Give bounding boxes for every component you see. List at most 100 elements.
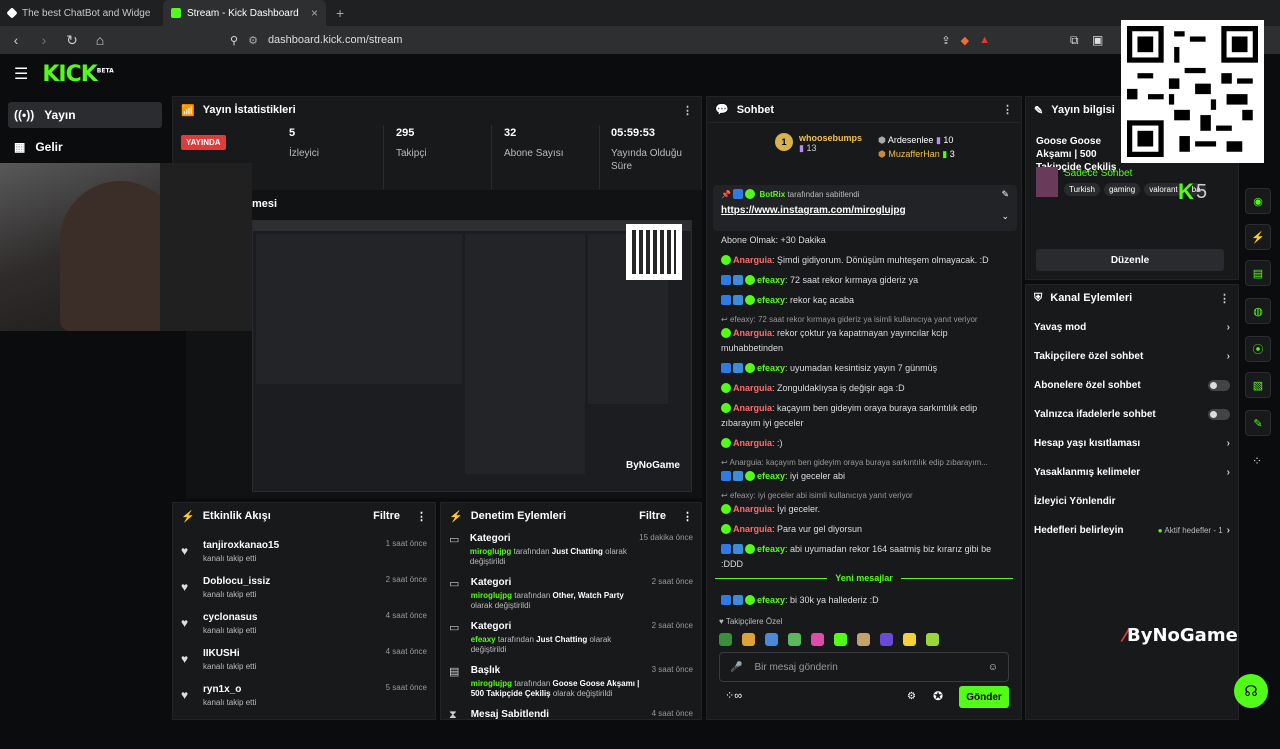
activity-user[interactable]: tanjiroxkanao15: [203, 540, 279, 551]
emote-icon[interactable]: [880, 633, 893, 646]
settings-icon[interactable]: ⚙: [907, 691, 916, 702]
toggle-switch[interactable]: [1208, 380, 1230, 391]
chat-username[interactable]: efeaxy: [757, 544, 785, 554]
pinned-link[interactable]: https://www.instagram.com/miroglujpg: [721, 205, 1009, 216]
chat-username[interactable]: Anarguia: [733, 255, 772, 265]
chat-username[interactable]: efeaxy: [757, 363, 785, 373]
bookmark-icon[interactable]: ⚲: [230, 34, 238, 47]
chat-username[interactable]: efeaxy: [757, 275, 785, 285]
more-options-icon[interactable]: ⋮: [682, 104, 693, 117]
activity-user[interactable]: Doblocu_issiz: [203, 576, 270, 587]
mod-shield-icon[interactable]: ✪: [933, 689, 943, 703]
chat-bubble-icon[interactable]: ◍: [1245, 298, 1271, 324]
chevron-right-icon[interactable]: ›: [1227, 351, 1230, 362]
extensions-icon[interactable]: ⧉: [1070, 33, 1079, 48]
document-icon[interactable]: ▤: [1245, 260, 1271, 286]
leader-name[interactable]: whoosebumps: [799, 133, 862, 143]
microphone-icon[interactable]: 🎤: [730, 662, 742, 673]
camera-icon[interactable]: ◉: [1245, 188, 1271, 214]
new-tab-button[interactable]: +: [326, 0, 344, 26]
tag[interactable]: gaming: [1103, 183, 1141, 196]
emote-icon[interactable]: [903, 633, 916, 646]
channel-action-item[interactable]: İzleyici Yönlendir: [1026, 487, 1238, 516]
chevron-right-icon[interactable]: ›: [1227, 467, 1230, 478]
edit-stream-button[interactable]: Düzenle: [1036, 249, 1224, 271]
apps-icon[interactable]: ⁘: [1252, 454, 1262, 468]
emote-icon[interactable]: [857, 633, 870, 646]
channel-action-item[interactable]: Yalnızca ifadelerle sohbet: [1026, 400, 1238, 429]
emote-icon[interactable]: [765, 633, 778, 646]
chat-username[interactable]: Anarguia: [733, 403, 772, 413]
chat-username[interactable]: Anarguia: [733, 383, 772, 393]
emoji-icon[interactable]: ☺: [988, 662, 998, 673]
chat-message: efeaxy: bi 30k ya hallederiz :D: [707, 593, 893, 608]
browser-tab-kick[interactable]: Stream - Kick Dashboard ×: [163, 0, 326, 26]
sidebar-item-gelir[interactable]: ▦ Gelir: [8, 134, 162, 160]
more-options-icon[interactable]: ⋮: [1219, 292, 1230, 305]
chat-input[interactable]: 🎤 Bir mesaj gönderin ☺: [719, 652, 1009, 682]
sidebar-toggle-icon[interactable]: ▣: [1092, 33, 1103, 47]
more-options-icon[interactable]: ⋮: [416, 510, 427, 523]
filter-button[interactable]: Filtre: [639, 510, 666, 522]
back-icon[interactable]: ‹: [8, 32, 24, 48]
emote-icon[interactable]: [811, 633, 824, 646]
chat-username[interactable]: efeaxy: [757, 295, 785, 305]
url-text[interactable]: dashboard.kick.com/stream: [268, 34, 403, 46]
home-icon[interactable]: ⌂: [92, 32, 108, 48]
sidebar-item-yayin[interactable]: ((•)) Yayın: [8, 102, 162, 128]
unpin-icon[interactable]: ✎: [1001, 189, 1009, 200]
activity-user[interactable]: ryn1x_o: [203, 684, 256, 695]
channel-action-item[interactable]: Takipçilere özel sohbet ›: [1026, 342, 1238, 371]
toggle-switch[interactable]: [1208, 409, 1230, 420]
forward-icon[interactable]: ›: [36, 32, 52, 48]
support-chat-icon[interactable]: ☊: [1234, 674, 1268, 708]
brave-shield-icon[interactable]: ◆: [961, 34, 969, 47]
activity-user[interactable]: IIKUSHi: [203, 648, 256, 659]
tag[interactable]: Turkish: [1064, 183, 1100, 196]
close-tab-icon[interactable]: ×: [311, 6, 318, 20]
chat-username[interactable]: efeaxy: [757, 471, 785, 481]
channel-action-item[interactable]: Hedefleri belirleyin ● Aktif hedefler - 1…: [1026, 516, 1238, 545]
chat-username[interactable]: Anarguia: [733, 438, 772, 448]
leader-name[interactable]: MuzafferHan: [888, 149, 939, 159]
emote-icon[interactable]: [788, 633, 801, 646]
broadcast-icon[interactable]: ⦿: [1245, 336, 1271, 362]
bot-commands-icon[interactable]: ⁘∞: [725, 689, 742, 702]
channel-action-item[interactable]: Yavaş mod ›: [1026, 313, 1238, 342]
stream-preview[interactable]: mesi ByNoGame: [186, 190, 702, 498]
wrench-icon[interactable]: ✎: [1245, 410, 1271, 436]
tag[interactable]: valorant: [1144, 183, 1183, 196]
emote-icon[interactable]: [834, 633, 847, 646]
emote-icon[interactable]: [719, 633, 732, 646]
chevron-right-icon[interactable]: ›: [1227, 525, 1230, 536]
chat-username[interactable]: Anarguia: [733, 524, 772, 534]
chevron-down-icon[interactable]: ⌄: [1001, 211, 1009, 222]
chevron-right-icon[interactable]: ›: [1227, 322, 1230, 333]
send-button[interactable]: Gönder: [959, 686, 1009, 708]
browser-tab-botrix[interactable]: The best ChatBot and Widgets for Ki: [0, 0, 163, 26]
layout-icon[interactable]: ▧: [1245, 372, 1271, 398]
kick-logo[interactable]: KICKBETA: [42, 62, 113, 87]
lightning-icon[interactable]: ⚡: [1245, 224, 1271, 250]
menu-icon[interactable]: ☰: [14, 64, 28, 84]
emote-icon[interactable]: [926, 633, 939, 646]
chat-username[interactable]: Anarguia: [733, 504, 772, 514]
filter-button[interactable]: Filtre: [373, 510, 400, 522]
share-icon[interactable]: ⇪: [941, 34, 950, 47]
brave-rewards-icon[interactable]: ▲: [979, 34, 990, 46]
channel-action-item[interactable]: Hesap yaşı kısıtlaması ›: [1026, 429, 1238, 458]
channel-action-item[interactable]: Yasaklanmış kelimeler ›: [1026, 458, 1238, 487]
channel-action-item[interactable]: Abonelere özel sohbet: [1026, 371, 1238, 400]
chat-message: efeaxy: abi uyumadan rekor 164 saatmiş b…: [707, 542, 1019, 572]
activity-user[interactable]: cyclonasus: [203, 612, 257, 623]
pinned-message[interactable]: 📌 BotRix tarafından sabitlendi https://w…: [713, 185, 1017, 231]
site-info-icon[interactable]: ⚙: [248, 34, 258, 47]
chat-username[interactable]: Anarguia: [733, 328, 772, 338]
more-options-icon[interactable]: ⋮: [1002, 103, 1013, 116]
more-options-icon[interactable]: ⋮: [682, 510, 693, 523]
leader-name[interactable]: Ardesenlee: [888, 135, 934, 145]
stream-category[interactable]: Sadece Sohbet: [1064, 168, 1132, 179]
emote-icon[interactable]: [742, 633, 755, 646]
chevron-right-icon[interactable]: ›: [1227, 438, 1230, 449]
reload-icon[interactable]: ↻: [64, 32, 80, 49]
